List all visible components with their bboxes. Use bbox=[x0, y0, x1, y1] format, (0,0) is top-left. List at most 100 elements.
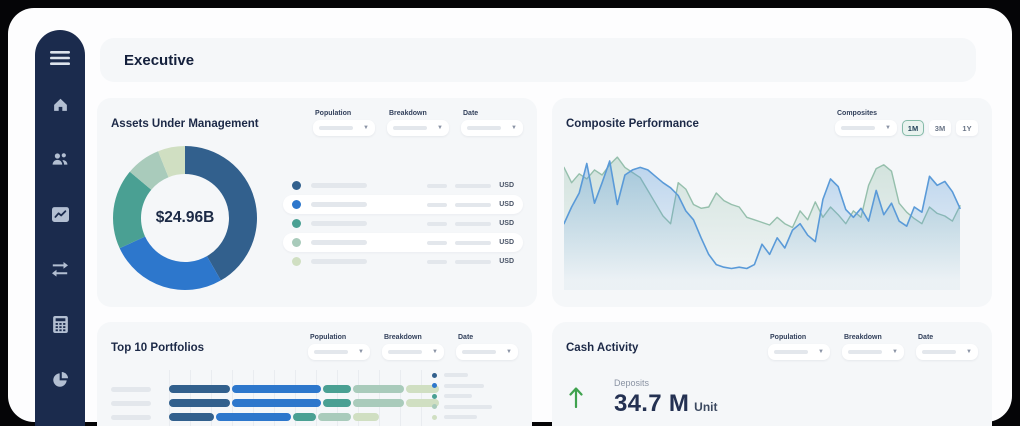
users-icon[interactable] bbox=[48, 147, 72, 171]
bar-segment bbox=[318, 413, 352, 421]
page-header: Executive bbox=[100, 38, 976, 82]
sidebar bbox=[35, 30, 85, 426]
pie-chart-icon[interactable] bbox=[48, 367, 72, 391]
transfers-icon[interactable] bbox=[48, 257, 72, 281]
aum-filters: Population ▼ Breakdown ▼ Date ▼ bbox=[313, 110, 523, 136]
bar-segment bbox=[353, 413, 379, 421]
currency-label: USD bbox=[499, 258, 514, 265]
aum-total-value: $24.96B bbox=[111, 144, 259, 292]
bar-segment bbox=[232, 385, 321, 393]
range-1y-button[interactable]: 1Y bbox=[956, 120, 978, 136]
range-3m-button[interactable]: 3M bbox=[929, 120, 951, 136]
currency-label: USD bbox=[499, 220, 514, 227]
breakdown-filter-label: Breakdown bbox=[384, 334, 444, 341]
deposits-kpi: Deposits 34.7 M Unit bbox=[568, 378, 718, 418]
breakdown-select[interactable]: ▼ bbox=[387, 120, 449, 136]
top10-legend-row bbox=[432, 412, 518, 423]
legend-name-skeleton bbox=[311, 259, 367, 264]
chevron-down-icon: ▼ bbox=[966, 349, 972, 355]
chevron-down-icon: ▼ bbox=[358, 349, 364, 355]
legend-name-skeleton bbox=[311, 202, 367, 207]
page-title: Executive bbox=[124, 52, 194, 69]
layers-icon[interactable] bbox=[48, 422, 72, 426]
population-filter-label: Population bbox=[310, 334, 370, 341]
bar-segment bbox=[216, 413, 291, 421]
currency-label: USD bbox=[499, 201, 514, 208]
legend-dot bbox=[432, 383, 437, 388]
dashboard: Executive Assets Under Management Popula… bbox=[0, 0, 1020, 426]
cash-filters: Population ▼ Breakdown ▼ Date ▼ bbox=[768, 334, 978, 360]
bar-segment bbox=[169, 399, 230, 407]
composite-line-chart bbox=[564, 144, 978, 296]
portfolio-label-skeleton bbox=[111, 387, 151, 392]
breakdown-select[interactable]: ▼ bbox=[842, 344, 904, 360]
population-select[interactable]: ▼ bbox=[768, 344, 830, 360]
deposits-value: 34.7 M bbox=[614, 390, 689, 418]
currency-label: USD bbox=[499, 239, 514, 246]
top10-legend bbox=[432, 370, 518, 423]
chevron-down-icon: ▼ bbox=[506, 349, 512, 355]
top10-legend-row bbox=[432, 381, 518, 392]
card-cash-activity: Cash Activity Population ▼ Breakdown ▼ D… bbox=[552, 322, 992, 426]
chevron-down-icon: ▼ bbox=[432, 349, 438, 355]
bar-segment bbox=[169, 413, 214, 421]
legend-dot bbox=[432, 415, 437, 420]
chevron-down-icon: ▼ bbox=[363, 125, 369, 131]
legend-dot bbox=[292, 200, 301, 209]
bar-segment bbox=[169, 385, 230, 393]
composite-controls: Composites ▼ 1M 3M 1Y bbox=[835, 110, 978, 136]
home-icon[interactable] bbox=[48, 92, 72, 116]
date-filter-label: Date bbox=[458, 334, 518, 341]
population-filter-label: Population bbox=[770, 334, 830, 341]
card-composite-performance: Composite Performance Composites ▼ 1M 3M… bbox=[552, 98, 992, 307]
breakdown-select[interactable]: ▼ bbox=[382, 344, 444, 360]
population-filter-label: Population bbox=[315, 110, 375, 117]
aum-legend-row: USD bbox=[283, 195, 523, 214]
population-select[interactable]: ▼ bbox=[313, 120, 375, 136]
composites-filter-label: Composites bbox=[837, 110, 877, 117]
date-select[interactable]: ▼ bbox=[461, 120, 523, 136]
aum-title: Assets Under Management bbox=[111, 118, 259, 130]
legend-name-skeleton bbox=[311, 240, 367, 245]
calculator-icon[interactable] bbox=[48, 312, 72, 336]
portfolio-label-skeleton bbox=[111, 415, 151, 420]
arrow-up-icon bbox=[568, 386, 584, 413]
legend-name-skeleton bbox=[311, 221, 367, 226]
composites-select[interactable]: ▼ bbox=[835, 120, 897, 136]
bar-segment bbox=[353, 385, 403, 393]
aum-legend: USD USD USD USD USD bbox=[283, 176, 523, 271]
top10-title: Top 10 Portfolios bbox=[111, 342, 204, 354]
bar-segment bbox=[293, 413, 316, 421]
chevron-down-icon: ▼ bbox=[818, 349, 824, 355]
chevron-down-icon: ▼ bbox=[437, 125, 443, 131]
composite-title: Composite Performance bbox=[566, 118, 699, 130]
breakdown-filter-label: Breakdown bbox=[844, 334, 904, 341]
legend-dot bbox=[292, 238, 301, 247]
aum-donut-chart: $24.96B bbox=[111, 144, 259, 292]
cash-title: Cash Activity bbox=[566, 342, 638, 354]
deposits-label: Deposits bbox=[614, 378, 718, 388]
date-select[interactable]: ▼ bbox=[916, 344, 978, 360]
card-top-10-portfolios: Top 10 Portfolios Population ▼ Breakdown… bbox=[97, 322, 532, 426]
range-1m-button[interactable]: 1M bbox=[902, 120, 924, 136]
date-filter-label: Date bbox=[918, 334, 978, 341]
card-assets-under-management: Assets Under Management Population ▼ Bre… bbox=[97, 98, 537, 307]
bar-segment bbox=[323, 385, 351, 393]
chart-icon[interactable] bbox=[48, 202, 72, 226]
portfolio-label-skeleton bbox=[111, 401, 151, 406]
top10-legend-row bbox=[432, 402, 518, 413]
menu-icon[interactable] bbox=[48, 46, 72, 70]
date-select[interactable]: ▼ bbox=[456, 344, 518, 360]
currency-label: USD bbox=[499, 182, 514, 189]
bar-segment bbox=[232, 399, 321, 407]
bar-segment bbox=[353, 399, 403, 407]
legend-dot bbox=[432, 394, 437, 399]
top10-filters: Population ▼ Breakdown ▼ Date ▼ bbox=[308, 334, 518, 360]
bar-segment bbox=[323, 399, 351, 407]
deposits-unit: Unit bbox=[694, 400, 717, 414]
legend-dot bbox=[432, 404, 437, 409]
aum-legend-row: USD bbox=[283, 233, 523, 252]
population-select[interactable]: ▼ bbox=[308, 344, 370, 360]
breakdown-filter-label: Breakdown bbox=[389, 110, 449, 117]
aum-legend-row: USD bbox=[283, 176, 523, 195]
